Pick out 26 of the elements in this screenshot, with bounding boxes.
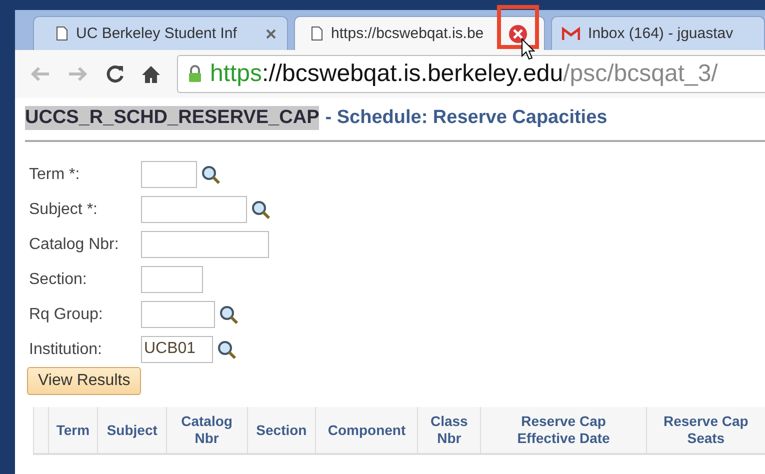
- field-label: Rq Group:: [29, 306, 104, 324]
- field-label: Institution:: [29, 340, 103, 358]
- column-header: Component: [315, 407, 418, 453]
- view-results-button[interactable]: View Results: [27, 367, 142, 395]
- field-label: Section:: [29, 270, 88, 288]
- browser-tab[interactable]: Inbox (164) - jguastav: [551, 16, 765, 50]
- column-header: Section: [246, 407, 316, 453]
- input-field[interactable]: UCB01: [141, 336, 213, 363]
- browser-tab[interactable]: https://bcswebqat.is.be: [294, 16, 546, 50]
- column-header: Catalog Nbr: [166, 407, 247, 453]
- browser-tab[interactable]: UC Berkeley Student Inf: [33, 16, 288, 50]
- field-label: Catalog Nbr:: [29, 236, 120, 254]
- column-header: Reserve Cap Effective Date: [480, 407, 646, 453]
- page-title: - Schedule: Reserve Capacities: [325, 107, 608, 129]
- column-header: Term: [48, 407, 98, 453]
- field-label: Term *:: [29, 166, 81, 184]
- column-header: Subject: [97, 407, 166, 453]
- field-label: Subject *:: [29, 200, 98, 218]
- component-name: UCCS_R_SCHD_RESERVE_CAP: [25, 106, 320, 130]
- column-header: Class Nbr: [417, 407, 480, 453]
- tab-title: https://bcswebqat.is.be: [331, 25, 484, 42]
- tab-title: UC Berkeley Student Inf: [76, 25, 237, 42]
- tab-title: Inbox (164) - jguastav: [588, 25, 734, 42]
- url-text: https://bcswebqat.is.berkeley.edu/psc/bcsqat_3/: [210, 60, 718, 88]
- address-bar[interactable]: https://bcswebqat.is.berkeley.edu/psc/bcsqat_3/: [177, 55, 765, 93]
- column-header: Reserve Cap Seats: [646, 407, 765, 453]
